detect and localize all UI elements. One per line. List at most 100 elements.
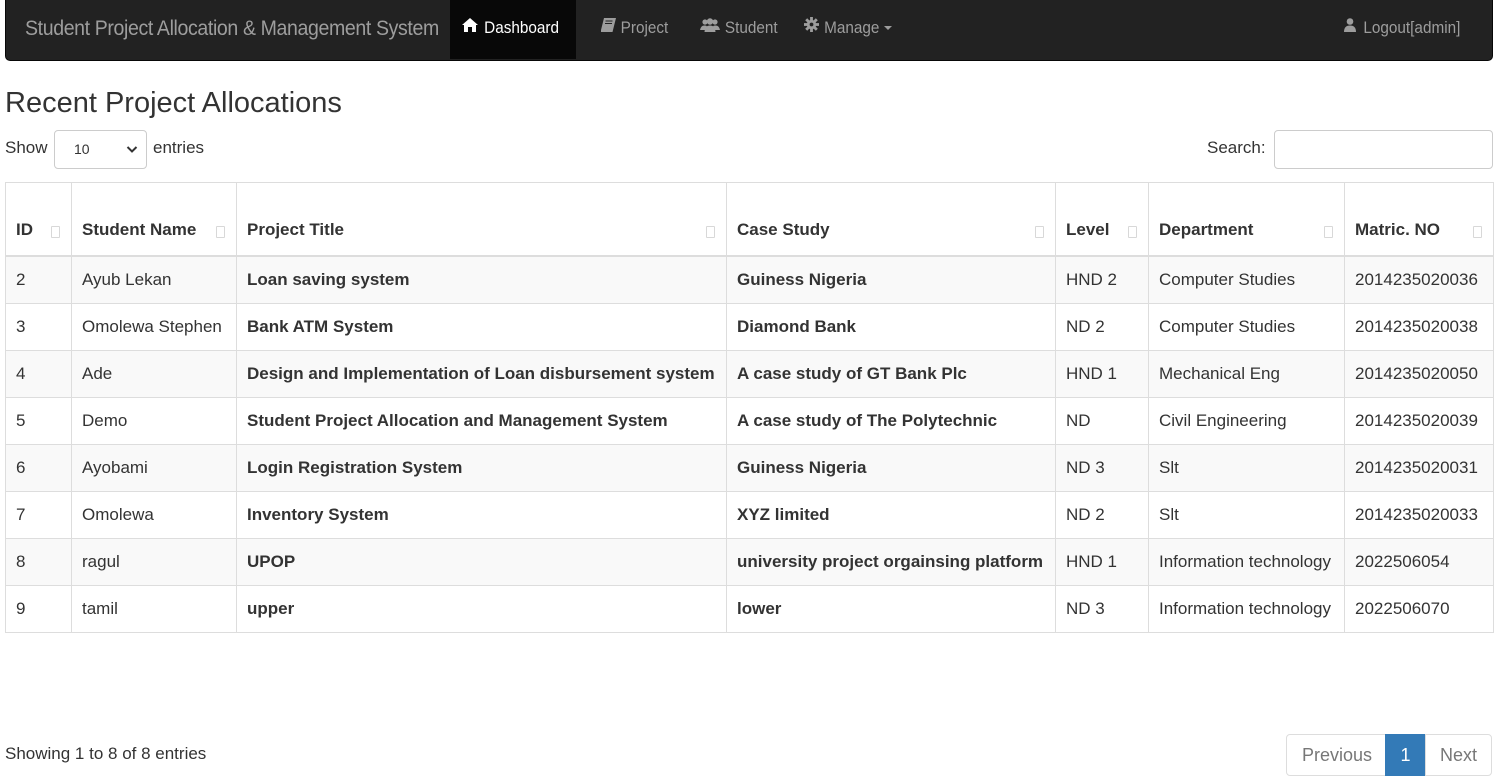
brand-title[interactable]: Student Project Allocation & Management …	[25, 0, 439, 59]
cell-id: 3	[5, 302, 72, 351]
sort-icon	[216, 225, 225, 238]
cell-id: 5	[5, 396, 72, 445]
sort-icon	[1035, 225, 1044, 238]
cell-department: Computer Studies	[1148, 302, 1345, 351]
nav-manage-label: Manage	[824, 18, 880, 37]
logout-link[interactable]: Logout[admin]	[1340, 0, 1470, 59]
sort-icon	[1128, 225, 1137, 238]
cell-level: ND 2	[1055, 490, 1149, 539]
top-navbar: Student Project Allocation & Management …	[5, 0, 1493, 61]
cell-department: Information technology	[1148, 584, 1345, 633]
cell-id: 8	[5, 537, 72, 586]
col-header-level[interactable]: Level	[1055, 182, 1149, 257]
users-icon	[699, 0, 720, 55]
sort-icon	[51, 225, 60, 238]
cell-case-study: Guiness Nigeria	[726, 443, 1056, 492]
entries-select[interactable]: 10	[54, 130, 147, 169]
cell-id: 7	[5, 490, 72, 539]
cell-student-name: Omolewa Stephen	[71, 302, 237, 351]
cell-student-name: tamil	[71, 584, 237, 633]
cell-department: Mechanical Eng	[1148, 349, 1345, 398]
table-row: 6 Ayobami Login Registration System Guin…	[5, 443, 1494, 492]
cell-case-study: A case study of The Polytechnic	[726, 396, 1056, 445]
home-icon	[462, 0, 479, 55]
cell-department: Computer Studies	[1148, 255, 1345, 304]
nav-student[interactable]: Student	[690, 0, 790, 59]
pagination: Previous 1 Next	[1286, 734, 1492, 776]
cell-student-name: Ayub Lekan	[71, 255, 237, 304]
cell-id: 9	[5, 584, 72, 633]
col-header-student-name[interactable]: Student Name	[71, 182, 237, 257]
search-input[interactable]	[1274, 130, 1493, 169]
next-page-button[interactable]: Next	[1425, 734, 1492, 776]
cell-matric: 2022506054	[1344, 537, 1494, 586]
cell-matric: 2014235020039	[1344, 396, 1494, 445]
table-row: 2 Ayub Lekan Loan saving system Guiness …	[5, 255, 1494, 304]
nav-dashboard-label: Dashboard	[484, 18, 560, 37]
cell-project-title: Inventory System	[236, 490, 727, 539]
nav-project-label: Project	[620, 18, 669, 37]
cell-level: ND 3	[1055, 443, 1149, 492]
cell-level: HND 1	[1055, 537, 1149, 586]
table-row: 8 ragul UPOP university project orgainsi…	[5, 537, 1494, 586]
chevron-down-icon	[126, 146, 138, 153]
cell-matric: 2014235020031	[1344, 443, 1494, 492]
sort-icon	[706, 225, 715, 238]
entries-select-value: 10	[74, 141, 90, 157]
cell-department: Slt	[1148, 443, 1345, 492]
logout-label: Logout[admin]	[1363, 18, 1461, 37]
cell-project-title: Loan saving system	[236, 255, 727, 304]
gear-icon	[804, 0, 820, 55]
table-info: Showing 1 to 8 of 8 entries	[5, 744, 207, 763]
entries-label: entries	[153, 138, 205, 157]
nav-student-label: Student	[724, 18, 778, 37]
cell-case-study: lower	[726, 584, 1056, 633]
cell-project-title: Login Registration System	[236, 443, 727, 492]
cell-student-name: Omolewa	[71, 490, 237, 539]
col-header-id[interactable]: ID	[5, 182, 72, 257]
table-row: 7 Omolewa Inventory System XYZ limited N…	[5, 490, 1494, 539]
cell-student-name: Ayobami	[71, 443, 237, 492]
nav-project[interactable]: Project	[586, 0, 686, 59]
cell-level: ND 2	[1055, 302, 1149, 351]
cell-level: ND	[1055, 396, 1149, 445]
sort-icon	[1324, 225, 1333, 238]
cell-matric: 2014235020038	[1344, 302, 1494, 351]
cell-student-name: Demo	[71, 396, 237, 445]
table-header-row: ID Student Name Project Title Case Study…	[5, 182, 1494, 257]
page-title: Recent Project Allocations	[5, 87, 342, 119]
show-label: Show	[5, 138, 48, 157]
cell-level: ND 3	[1055, 584, 1149, 633]
cell-project-title: UPOP	[236, 537, 727, 586]
col-header-case-study[interactable]: Case Study	[726, 182, 1056, 257]
allocations-table: ID Student Name Project Title Case Study…	[5, 182, 1494, 633]
cell-student-name: ragul	[71, 537, 237, 586]
cell-case-study: Diamond Bank	[726, 302, 1056, 351]
table-row: 4 Ade Design and Implementation of Loan …	[5, 349, 1494, 398]
user-icon	[1344, 0, 1357, 55]
nav-manage-dropdown[interactable]: Manage	[798, 0, 898, 59]
cell-department: Information technology	[1148, 537, 1345, 586]
cell-matric: 2014235020050	[1344, 349, 1494, 398]
cell-department: Civil Engineering	[1148, 396, 1345, 445]
cell-case-study: university project orgainsing platform	[726, 537, 1056, 586]
page-1-button[interactable]: 1	[1385, 734, 1426, 776]
table-row: 3 Omolewa Stephen Bank ATM System Diamon…	[5, 302, 1494, 351]
table-row: 9 tamil upper lower ND 3 Information tec…	[5, 584, 1494, 633]
nav-dashboard[interactable]: Dashboard	[450, 0, 576, 59]
chevron-down-icon	[883, 25, 892, 30]
col-header-department[interactable]: Department	[1148, 182, 1345, 257]
cell-case-study: XYZ limited	[726, 490, 1056, 539]
col-header-project-title[interactable]: Project Title	[236, 182, 727, 257]
previous-page-button[interactable]: Previous	[1286, 734, 1386, 776]
cell-id: 4	[5, 349, 72, 398]
cell-project-title: upper	[236, 584, 727, 633]
cell-level: HND 1	[1055, 349, 1149, 398]
cell-project-title: Design and Implementation of Loan disbur…	[236, 349, 727, 398]
col-header-matric[interactable]: Matric. NO	[1344, 182, 1494, 257]
cell-case-study: Guiness Nigeria	[726, 255, 1056, 304]
cell-student-name: Ade	[71, 349, 237, 398]
cell-id: 2	[5, 255, 72, 304]
cell-project-title: Student Project Allocation and Managemen…	[236, 396, 727, 445]
cell-matric: 2014235020033	[1344, 490, 1494, 539]
